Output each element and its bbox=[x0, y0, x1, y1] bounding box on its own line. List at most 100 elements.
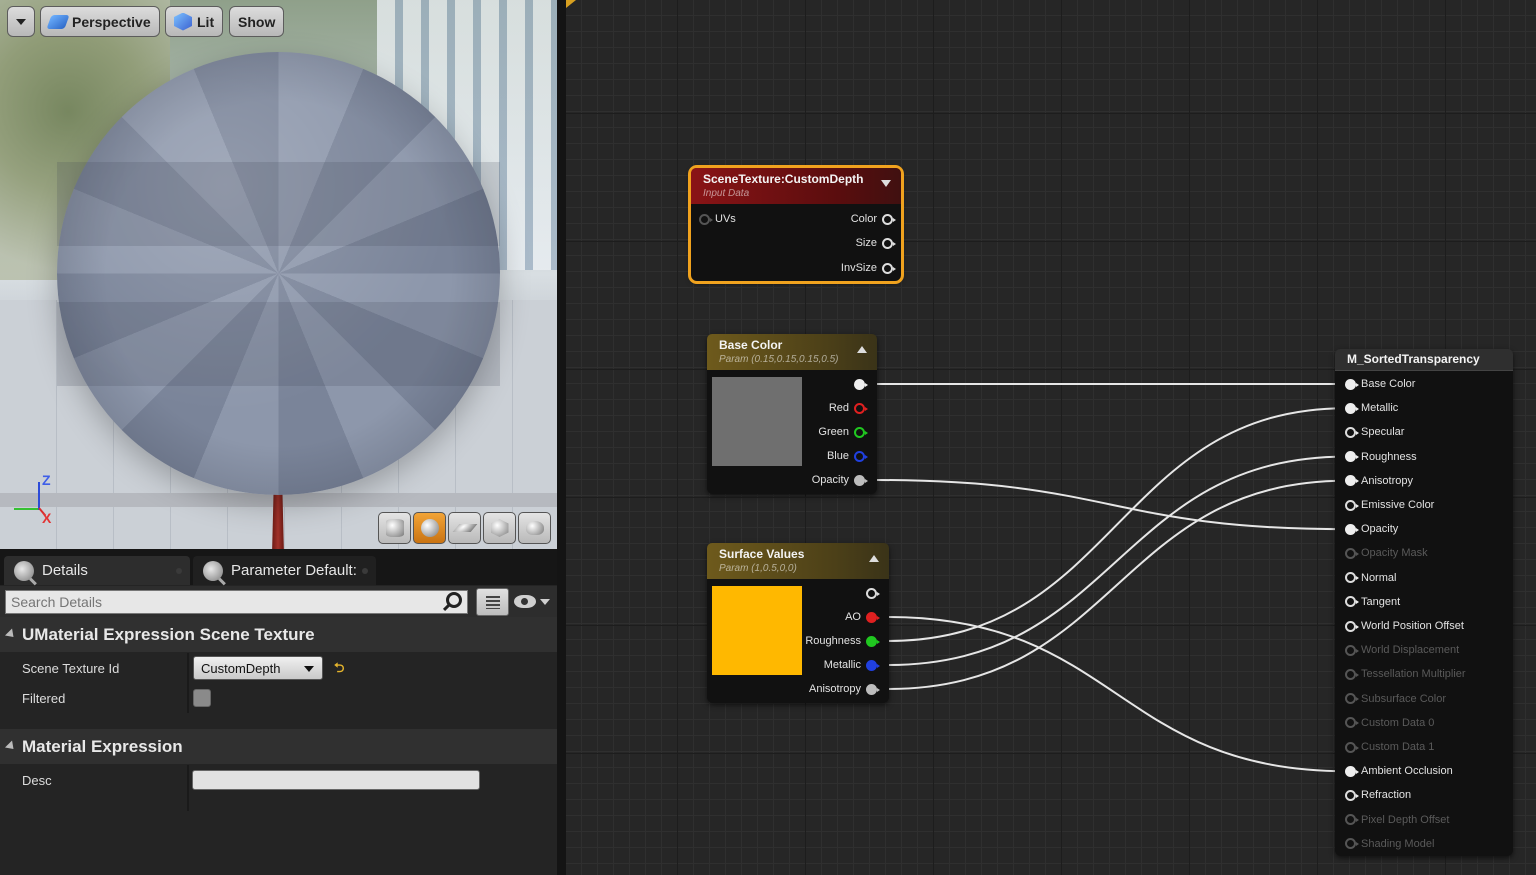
pin-size[interactable]: Size bbox=[856, 235, 896, 251]
preview-cube-button[interactable] bbox=[483, 512, 516, 544]
node-header[interactable]: SceneTexture:CustomDepth Input Data bbox=[691, 168, 901, 204]
output-pin-icon[interactable] bbox=[882, 213, 896, 225]
material-input-pin-row[interactable]: Ambient Occlusion bbox=[1345, 763, 1453, 779]
scene-texture-id-dropdown[interactable]: CustomDepth bbox=[193, 656, 323, 680]
output-pin-icon[interactable] bbox=[854, 450, 868, 462]
search-icon[interactable] bbox=[446, 592, 462, 608]
input-pin-icon[interactable] bbox=[1345, 789, 1359, 801]
node-subtitle: Param (0.15,0.15,0.15,0.5) bbox=[719, 354, 839, 365]
output-pin-icon[interactable] bbox=[866, 683, 880, 695]
material-input-pin-row[interactable]: Emissive Color bbox=[1345, 497, 1434, 513]
material-input-pin-row[interactable]: World Position Offset bbox=[1345, 618, 1464, 634]
material-input-pin-row[interactable]: Subsurface Color bbox=[1345, 691, 1446, 707]
preview-cylinder-button[interactable] bbox=[378, 512, 411, 544]
input-pin-icon[interactable] bbox=[1345, 378, 1359, 390]
pin-blue[interactable]: Blue bbox=[827, 448, 868, 464]
pin-uvs[interactable]: UVs bbox=[699, 211, 736, 227]
output-pin-icon[interactable] bbox=[882, 262, 896, 274]
panel-splitter[interactable] bbox=[557, 0, 566, 875]
input-pin-icon[interactable] bbox=[1345, 620, 1359, 632]
preview-teapot-button[interactable] bbox=[518, 512, 551, 544]
pin-metallic[interactable]: Metallic bbox=[824, 657, 880, 673]
pin-color[interactable]: Color bbox=[851, 211, 896, 227]
tab-close-icon[interactable] bbox=[176, 567, 182, 574]
node-header[interactable]: Base Color Param (0.15,0.15,0.15,0.5) bbox=[707, 334, 877, 370]
node-header[interactable]: Surface Values Param (1,0.5,0,0) bbox=[707, 543, 889, 579]
pin-green[interactable]: Green bbox=[818, 424, 868, 440]
material-graph-canvas[interactable]: SceneTexture:CustomDepth Input Data UVs … bbox=[566, 0, 1536, 875]
input-pin-icon[interactable] bbox=[1345, 475, 1359, 487]
eye-icon[interactable] bbox=[514, 595, 536, 608]
reset-to-default-icon[interactable]: ⮌ bbox=[334, 659, 344, 681]
input-pin-icon[interactable] bbox=[1345, 402, 1359, 414]
node-header[interactable]: M_SortedTransparency bbox=[1335, 349, 1513, 371]
output-pin-icon[interactable] bbox=[866, 587, 880, 599]
collapse-arrow-icon[interactable] bbox=[881, 180, 891, 187]
tab-details[interactable]: Details bbox=[4, 556, 190, 585]
pin-ao[interactable]: AO bbox=[845, 609, 880, 625]
category-scene-texture[interactable]: UMaterial Expression Scene Texture bbox=[0, 617, 557, 652]
chevron-down-icon[interactable] bbox=[540, 599, 550, 605]
pin-invsize[interactable]: InvSize bbox=[841, 260, 896, 276]
output-pin-icon[interactable] bbox=[882, 237, 896, 249]
input-pin-icon[interactable] bbox=[1345, 451, 1359, 463]
node-material-result[interactable]: M_SortedTransparency Base Color Metallic S… bbox=[1335, 349, 1513, 856]
property-matrix-button[interactable] bbox=[476, 588, 509, 616]
output-pin-icon[interactable] bbox=[854, 474, 868, 486]
input-pin-icon[interactable] bbox=[1345, 596, 1359, 608]
output-pin-icon[interactable] bbox=[854, 426, 868, 438]
pin-anisotropy[interactable]: Anisotropy bbox=[809, 681, 880, 697]
material-input-pin-row[interactable]: Normal bbox=[1345, 570, 1396, 586]
material-input-pin-row[interactable]: Refraction bbox=[1345, 787, 1411, 803]
collapse-arrow-icon[interactable] bbox=[869, 555, 879, 562]
preview-sphere-button[interactable] bbox=[413, 512, 446, 544]
pin-rgba[interactable] bbox=[849, 376, 868, 392]
material-input-pin-row[interactable]: Base Color bbox=[1345, 376, 1415, 392]
tab-close-icon[interactable] bbox=[362, 567, 368, 574]
node-surface-values[interactable]: Surface Values Param (1,0.5,0,0) AO Roug… bbox=[707, 543, 889, 703]
material-input-pin-row[interactable]: Opacity Mask bbox=[1345, 545, 1428, 561]
node-base-color[interactable]: Base Color Param (0.15,0.15,0.15,0.5) Re… bbox=[707, 334, 877, 494]
input-pin-icon[interactable] bbox=[1345, 499, 1359, 511]
input-pin-icon[interactable] bbox=[1345, 426, 1359, 438]
output-pin-icon[interactable] bbox=[866, 659, 880, 671]
material-input-pin-row[interactable]: Pixel Depth Offset bbox=[1345, 812, 1449, 828]
node-scene-texture[interactable]: SceneTexture:CustomDepth Input Data UVs … bbox=[688, 165, 904, 284]
output-pin-icon[interactable] bbox=[866, 635, 880, 647]
material-input-pin-row[interactable]: Shading Model bbox=[1345, 836, 1434, 852]
material-input-pin-row[interactable]: Custom Data 0 bbox=[1345, 715, 1434, 731]
preview-plane-button[interactable] bbox=[448, 512, 481, 544]
material-input-pin-row[interactable]: Tessellation Multiplier bbox=[1345, 666, 1466, 682]
output-pin-icon[interactable] bbox=[854, 378, 868, 390]
sphere-icon bbox=[420, 519, 439, 537]
material-input-pin-row[interactable]: Specular bbox=[1345, 424, 1404, 440]
perspective-button[interactable]: Perspective bbox=[40, 6, 160, 37]
search-details-input[interactable] bbox=[5, 590, 468, 614]
input-pin-icon[interactable] bbox=[1345, 523, 1359, 535]
viewport-options-button[interactable] bbox=[7, 6, 35, 37]
filtered-checkbox[interactable] bbox=[193, 689, 211, 707]
output-pin-icon[interactable] bbox=[854, 402, 868, 414]
material-input-pin-row[interactable]: Opacity bbox=[1345, 521, 1398, 537]
input-pin-icon[interactable] bbox=[699, 213, 713, 225]
material-preview-viewport[interactable]: Perspective Lit Show Z X bbox=[0, 0, 557, 549]
show-button[interactable]: Show bbox=[229, 6, 285, 37]
input-pin-icon[interactable] bbox=[1345, 572, 1359, 584]
input-pin-icon[interactable] bbox=[1345, 765, 1359, 777]
material-input-pin-row[interactable]: Metallic bbox=[1345, 400, 1398, 416]
material-input-pin-row[interactable]: Custom Data 1 bbox=[1345, 739, 1434, 755]
pin-roughness[interactable]: Roughness bbox=[805, 633, 880, 649]
pin-red[interactable]: Red bbox=[829, 400, 868, 416]
collapse-arrow-icon[interactable] bbox=[857, 346, 867, 353]
category-material-expression[interactable]: Material Expression bbox=[0, 729, 557, 764]
pin-rgba[interactable] bbox=[861, 585, 880, 601]
material-input-pin-row[interactable]: Roughness bbox=[1345, 449, 1417, 465]
material-input-pin-row[interactable]: World Displacement bbox=[1345, 642, 1459, 658]
material-input-pin-row[interactable]: Anisotropy bbox=[1345, 473, 1413, 489]
pin-opacity[interactable]: Opacity bbox=[812, 472, 868, 488]
tab-parameter-defaults[interactable]: Parameter Default: bbox=[193, 556, 376, 585]
output-pin-icon[interactable] bbox=[866, 611, 880, 623]
lit-button[interactable]: Lit bbox=[165, 6, 224, 37]
desc-input[interactable] bbox=[192, 770, 480, 790]
material-input-pin-row[interactable]: Tangent bbox=[1345, 594, 1400, 610]
